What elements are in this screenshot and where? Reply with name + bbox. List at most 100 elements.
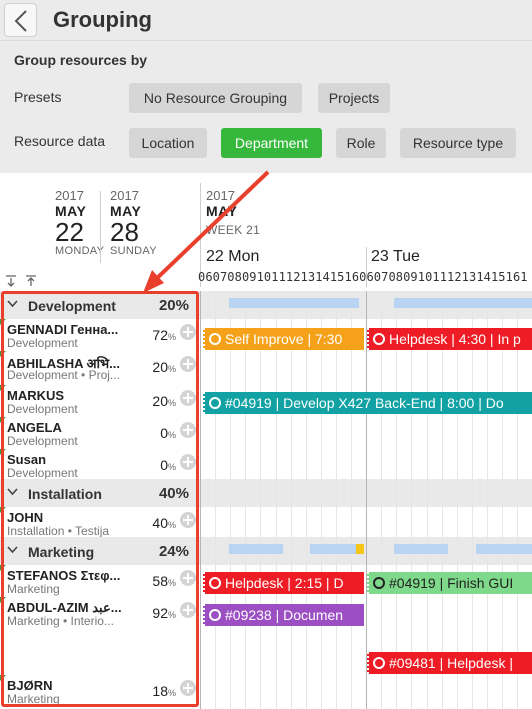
group-name: Installation bbox=[28, 486, 102, 502]
resource-percent: 20% bbox=[152, 393, 176, 409]
location-button[interactable]: Location bbox=[129, 128, 207, 158]
range-end[interactable]: 2017 MAY 28 SUNDAY bbox=[110, 188, 157, 257]
resource-name: STEFANOS Στεφ... bbox=[7, 568, 121, 583]
comment-icon bbox=[373, 333, 385, 345]
resource-percent-value: 58 bbox=[152, 573, 168, 589]
group-percent: 24% bbox=[158, 543, 189, 560]
hour-grid-line bbox=[335, 291, 337, 709]
add-icon[interactable] bbox=[180, 454, 196, 470]
divider bbox=[100, 191, 101, 263]
hour-grid-line bbox=[396, 291, 398, 709]
add-icon[interactable] bbox=[180, 602, 196, 618]
resource-row[interactable]: ANGELA Development 0% bbox=[0, 417, 200, 449]
schedule-grid[interactable]: Self Improve | 7:30 Helpdesk | 4:30 | In… bbox=[200, 291, 532, 709]
resource-percent: 20% bbox=[152, 359, 176, 375]
flag-icon bbox=[0, 675, 6, 681]
task-bar[interactable]: Helpdesk | 2:15 | D bbox=[203, 572, 364, 594]
flag-icon bbox=[0, 385, 6, 391]
group-percent: 20% bbox=[158, 297, 189, 314]
hour-grid-line bbox=[517, 291, 519, 709]
chevron-down-icon bbox=[7, 546, 18, 554]
task-label: #09481 | Helpdesk | bbox=[389, 655, 514, 671]
overload-bar bbox=[356, 544, 364, 554]
add-icon[interactable] bbox=[180, 390, 196, 406]
resource-percent-value: 0 bbox=[160, 457, 168, 473]
resource-percent-value: 18 bbox=[152, 683, 168, 699]
chevron-left-icon bbox=[14, 10, 27, 32]
resource-type-button[interactable]: Resource type bbox=[400, 128, 516, 158]
hour-grid-line bbox=[441, 291, 443, 709]
resource-row[interactable]: JOHN Installation • Testija 40% bbox=[0, 507, 200, 539]
add-icon[interactable] bbox=[180, 356, 196, 372]
resource-percent: 18% bbox=[152, 683, 176, 699]
resource-percent-value: 40 bbox=[152, 515, 168, 531]
task-label: #04919 | Develop X427 Back-End | 8:00 | … bbox=[225, 395, 504, 411]
group-panel-heading: Group resources by bbox=[14, 52, 148, 68]
range-start-weekday: MONDAY bbox=[55, 245, 105, 257]
hour-grid-line bbox=[471, 291, 473, 709]
percent-unit: % bbox=[167, 578, 176, 588]
availability-bar bbox=[394, 298, 532, 308]
group-header-marketing[interactable]: Marketing 24% bbox=[0, 537, 200, 565]
preset-projects-button[interactable]: Projects bbox=[318, 83, 390, 113]
resource-meta: Development bbox=[7, 434, 78, 448]
hour-ticks: 0607080910111213141516060708091011121314… bbox=[198, 270, 528, 284]
resource-percent: 40% bbox=[152, 515, 176, 531]
hour-grid-line bbox=[200, 291, 201, 709]
role-button[interactable]: Role bbox=[336, 128, 386, 158]
add-icon[interactable] bbox=[180, 324, 196, 340]
group-header-installation[interactable]: Installation 40% bbox=[0, 479, 200, 507]
hour-grid-line bbox=[215, 291, 217, 709]
hour-grid-line bbox=[411, 291, 413, 709]
add-icon[interactable] bbox=[180, 422, 196, 438]
task-label: Self Improve | 7:30 bbox=[225, 331, 343, 347]
resource-row[interactable]: BJØRN Marketing 18% bbox=[0, 675, 200, 707]
availability-bar bbox=[476, 544, 532, 554]
task-label: Helpdesk | 2:15 | D bbox=[225, 575, 344, 591]
resource-percent-value: 20 bbox=[152, 359, 168, 375]
task-bar[interactable]: #04919 | Finish GUI bbox=[367, 572, 532, 594]
comment-icon bbox=[373, 577, 385, 589]
resource-row[interactable]: GENNADI Генна... Development 72% bbox=[0, 319, 200, 351]
resource-meta: Marketing • Interio... bbox=[7, 614, 114, 628]
percent-unit: % bbox=[167, 610, 176, 620]
comment-icon bbox=[209, 577, 221, 589]
sort-arrows-icon[interactable] bbox=[4, 275, 36, 290]
resource-meta: Development • Proj... bbox=[7, 368, 120, 382]
resource-row[interactable]: Susan Development 0% bbox=[0, 449, 200, 481]
comment-icon bbox=[209, 609, 221, 621]
percent-unit: % bbox=[167, 462, 176, 472]
task-bar[interactable]: Helpdesk | 4:30 | In p bbox=[367, 328, 532, 350]
group-header-development[interactable]: Development 20% bbox=[0, 291, 200, 319]
day-label-mon: 22 Mon bbox=[206, 248, 260, 265]
task-bar[interactable]: #09238 | Documen bbox=[203, 604, 364, 626]
hour-grid-line bbox=[366, 291, 368, 709]
add-icon[interactable] bbox=[180, 680, 196, 696]
preset-no-grouping-button[interactable]: No Resource Grouping bbox=[129, 83, 302, 113]
range-start[interactable]: 2017 MAY 22 MONDAY bbox=[55, 188, 104, 257]
hour-grid-line bbox=[320, 291, 322, 709]
task-bar[interactable]: #09481 | Helpdesk | bbox=[367, 652, 532, 674]
department-button[interactable]: Department bbox=[221, 128, 322, 158]
back-button[interactable] bbox=[4, 3, 37, 37]
resource-row[interactable]: STEFANOS Στεφ... Marketing 58% bbox=[0, 565, 200, 597]
week-month: MAY bbox=[206, 203, 238, 219]
hour-grid-line bbox=[290, 291, 292, 709]
add-icon[interactable] bbox=[180, 570, 196, 586]
hour-grid-line bbox=[426, 291, 428, 709]
add-icon[interactable] bbox=[180, 512, 196, 528]
resource-name: BJØRN bbox=[7, 678, 53, 693]
resource-row[interactable]: ABDUL-AZIM عبد... Marketing • Interio...… bbox=[0, 597, 200, 629]
availability-bar bbox=[229, 544, 283, 554]
task-bar[interactable]: Self Improve | 7:30 bbox=[203, 328, 364, 350]
resource-row[interactable]: ABHILASHA अभि... Development • Proj... 2… bbox=[0, 351, 200, 383]
percent-unit: % bbox=[167, 332, 176, 342]
comment-icon bbox=[373, 657, 385, 669]
task-bar[interactable]: #04919 | Develop X427 Back-End | 8:00 | … bbox=[203, 392, 532, 414]
resource-row[interactable]: MARKUS Development 20% bbox=[0, 385, 200, 417]
comment-icon bbox=[209, 333, 221, 345]
hour-grid-line bbox=[502, 291, 503, 709]
flag-icon bbox=[0, 417, 6, 423]
flag-icon bbox=[0, 351, 6, 357]
week-header: 2017 MAY WEEK 21 bbox=[206, 188, 260, 237]
